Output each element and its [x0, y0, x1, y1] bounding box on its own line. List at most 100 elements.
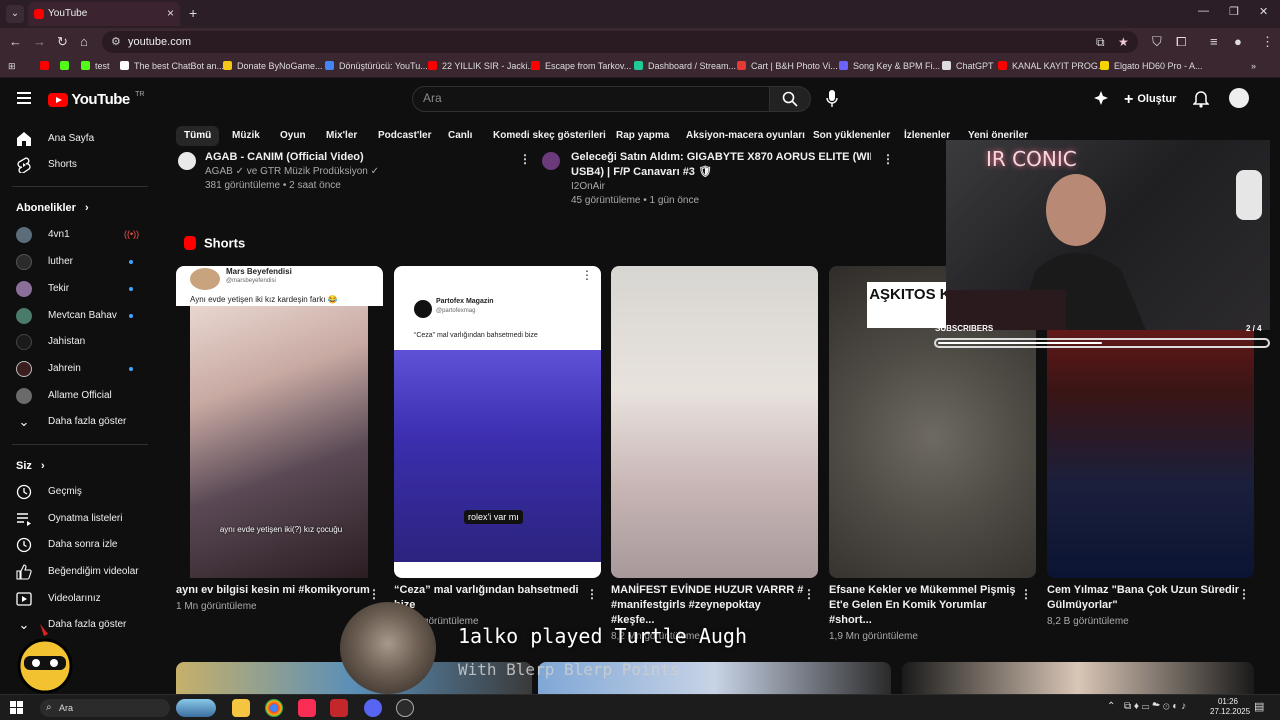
- more-options-icon[interactable]: ⋮: [586, 587, 598, 601]
- sidebar-item-subscription[interactable]: Mevtcan Bahav: [0, 303, 150, 329]
- chip-live[interactable]: Canlı: [440, 126, 480, 146]
- chip-gaming[interactable]: Oyun: [272, 126, 314, 146]
- sidebar-item-subscription[interactable]: luther: [0, 249, 150, 275]
- chip-podcasts[interactable]: Podcast'ler: [370, 126, 440, 146]
- tray-icons[interactable]: ⧉ ♦ ▭ ☁ ⊙ ◐ ♪: [1124, 701, 1186, 712]
- address-bar[interactable]: ⚙ youtube.com ⧉ ★: [102, 31, 1138, 53]
- sidebar-item-subscription[interactable]: Jahistan: [0, 329, 150, 355]
- back-icon[interactable]: ←: [9, 34, 22, 49]
- taskbar-discord-icon[interactable]: [364, 699, 382, 717]
- more-options-icon[interactable]: ⋮: [1238, 587, 1250, 601]
- taskbar-app-icon[interactable]: [330, 699, 348, 717]
- sidebar-item-subscription[interactable]: 4vn1 ((•)): [0, 222, 150, 248]
- forward-icon[interactable]: →: [33, 34, 46, 49]
- bookmark-item[interactable]: Dönüştürücü: YouTu...: [325, 61, 428, 71]
- minimize-icon[interactable]: —: [1198, 5, 1209, 17]
- chip-comedy[interactable]: Komedi skeç gösterileri: [485, 126, 614, 146]
- tab-search-button[interactable]: ⌄: [6, 5, 24, 23]
- bookmark-item[interactable]: Cart | B&H Photo Vi...: [737, 61, 838, 71]
- sidebar-item-your-videos[interactable]: Videolarınız: [0, 586, 150, 612]
- short-title[interactable]: MANİFEST EVİNDE HUZUR VARRR # #manifestg…: [611, 583, 806, 628]
- taskbar-app-ufo-icon[interactable]: [176, 699, 216, 717]
- bookmark-item[interactable]: test: [81, 61, 110, 71]
- sidebar-item-history[interactable]: Geçmiş: [0, 479, 150, 505]
- video-channel[interactable]: AGAB ✓ ve GTR Müzik Prodüksiyon ✓: [205, 166, 505, 177]
- short-thumbnail[interactable]: Partofex Magazin @partofexmag “Ceza” mal…: [394, 266, 601, 578]
- subscriptions-heading[interactable]: Abonelikler ›: [16, 202, 89, 214]
- sidebar-item-subscription[interactable]: Tekir: [0, 276, 150, 302]
- short-title[interactable]: aynı ev bilgisi kesin mi #komikyorum: [176, 583, 371, 598]
- chip-recently-uploaded[interactable]: Son yüklenenler: [805, 126, 898, 146]
- more-options-icon[interactable]: ⋮: [519, 152, 531, 166]
- shield-icon[interactable]: ⛉: [1152, 34, 1162, 50]
- more-options-icon[interactable]: ⋮: [1020, 587, 1032, 601]
- taskbar-music-icon[interactable]: [298, 699, 316, 717]
- short-title[interactable]: “Ceza” mal varlığından bahsetmedi bize: [394, 583, 589, 613]
- bookmark-item[interactable]: KANAL KAYIT PROG...: [998, 61, 1105, 71]
- short-thumbnail[interactable]: Mars Beyefendisi @marsbeyefendisi Aynı e…: [176, 266, 383, 578]
- video-title-line2[interactable]: USB4) | F/P Canavarı #3 🛡: [571, 165, 871, 178]
- reload-icon[interactable]: ↻: [57, 34, 68, 50]
- bookmark-item[interactable]: Escape from Tarkov...: [531, 61, 631, 71]
- apps-grid-icon[interactable]: ⊞: [8, 61, 16, 72]
- sidebar-item-shorts[interactable]: Shorts: [0, 152, 150, 178]
- site-info-icon[interactable]: ⚙: [111, 35, 121, 48]
- tray-expand-icon[interactable]: ⌃: [1107, 701, 1115, 712]
- notification-center-icon[interactable]: ▤: [1254, 700, 1264, 713]
- profile-icon[interactable]: ●: [1234, 34, 1242, 49]
- home-browser-icon[interactable]: ⌂: [80, 34, 88, 49]
- youtube-logo[interactable]: YouTube TR: [48, 91, 144, 108]
- more-options-icon[interactable]: ⋮: [882, 152, 894, 166]
- create-sparkle-icon[interactable]: [1093, 90, 1109, 106]
- bookmark-star-icon[interactable]: ★: [1118, 35, 1129, 49]
- channel-avatar[interactable]: [178, 152, 196, 170]
- video-channel[interactable]: I2OnAir: [571, 181, 871, 192]
- chip-mixes[interactable]: Mix'ler: [318, 126, 365, 146]
- create-button[interactable]: + Oluştur: [1118, 88, 1182, 110]
- bookmark-item[interactable]: The best ChatBot an...: [120, 61, 224, 71]
- short-title[interactable]: Cem Yılmaz "Bana Çok Uzun Süredir Gülmüy…: [1047, 583, 1242, 613]
- install-icon[interactable]: ⧉: [1096, 35, 1105, 50]
- taskbar-chrome-icon[interactable]: [265, 699, 283, 717]
- sidebar-item-playlists[interactable]: Oynatma listeleri: [0, 506, 150, 532]
- search-button[interactable]: [769, 86, 811, 112]
- sidebar-item-liked[interactable]: Beğendiğim videolar: [0, 559, 150, 585]
- bookmark-item[interactable]: Dashboard / Stream...: [634, 61, 736, 71]
- sidebar-item-watch-later[interactable]: Daha sonra izle: [0, 532, 150, 558]
- bookmark-item[interactable]: Donate ByNoGame...: [223, 61, 323, 71]
- bookmark-item[interactable]: [40, 61, 54, 71]
- close-window-icon[interactable]: ✕: [1259, 5, 1268, 18]
- restore-icon[interactable]: ❐: [1229, 5, 1239, 18]
- taskbar-search[interactable]: ⌕ Ara: [40, 699, 170, 717]
- bookmark-item[interactable]: [60, 61, 74, 71]
- browser-tab-youtube[interactable]: YouTube ×: [28, 2, 180, 26]
- short-title[interactable]: Efsane Kekler ve Mükemmel Pişmiş Et'e Ge…: [829, 583, 1024, 628]
- taskbar-clock[interactable]: 01:26 27.12.2025: [1210, 697, 1250, 717]
- windows-start-icon[interactable]: [10, 701, 24, 715]
- sidebar-item-subscription[interactable]: Jahrein: [0, 356, 150, 382]
- chip-rap[interactable]: Rap yapma: [608, 126, 677, 146]
- chip-all[interactable]: Tümü: [176, 126, 220, 146]
- bookmark-item[interactable]: Elgato HD60 Pro - A...: [1100, 61, 1203, 71]
- video-thumbnail[interactable]: [902, 662, 1254, 694]
- more-bookmarks-icon[interactable]: »: [1251, 61, 1256, 71]
- taskbar-obs-icon[interactable]: [396, 699, 414, 717]
- channel-avatar[interactable]: [542, 152, 560, 170]
- taskbar-file-explorer-icon[interactable]: [232, 699, 250, 717]
- bookmark-item[interactable]: 22 YILLIK SIR - Jacki...: [428, 61, 535, 71]
- close-tab-icon[interactable]: ×: [167, 6, 174, 20]
- sidebar-item-subscription[interactable]: Allame Official: [0, 383, 150, 409]
- chip-action-adventure[interactable]: Aksiyon-macera oyunları: [678, 126, 813, 146]
- extensions-icon[interactable]: ⧠: [1176, 34, 1186, 50]
- menu-icon[interactable]: ⋮: [1261, 34, 1274, 50]
- notifications-bell-icon[interactable]: [1193, 90, 1209, 108]
- sidebar-item-show-more[interactable]: ⌄ Daha fazla göster: [0, 409, 150, 435]
- you-heading[interactable]: Siz ›: [16, 460, 45, 472]
- video-title[interactable]: Geleceği Satın Aldım: GIGABYTE X870 AORU…: [571, 151, 871, 163]
- more-options-icon[interactable]: ⋮: [581, 268, 593, 282]
- more-options-icon[interactable]: ⋮: [368, 587, 380, 601]
- more-options-icon[interactable]: ⋮: [803, 587, 815, 601]
- microphone-icon[interactable]: [826, 90, 838, 108]
- chip-music[interactable]: Müzik: [224, 126, 268, 146]
- short-thumbnail[interactable]: [611, 266, 818, 578]
